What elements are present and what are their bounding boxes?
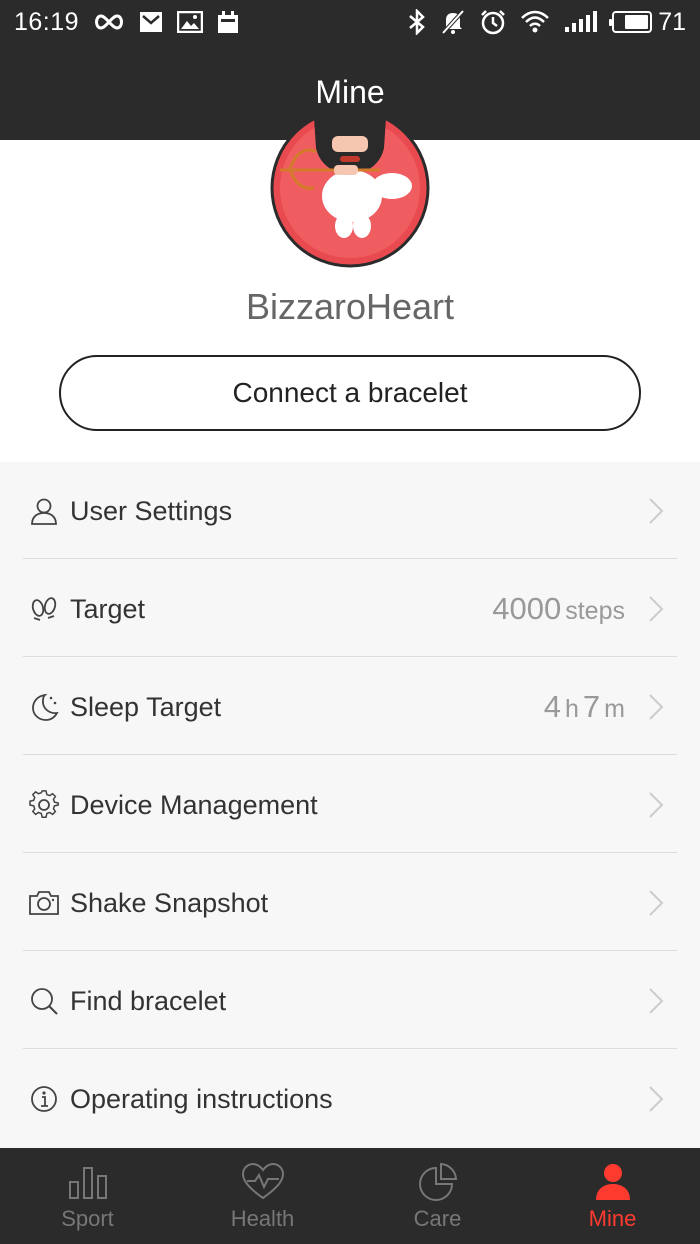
page-title: Mine: [315, 73, 385, 110]
divider: [23, 950, 677, 951]
heart-pulse-icon: [241, 1160, 285, 1204]
tab-sport[interactable]: Sport: [0, 1148, 175, 1244]
chevron-right-icon: [645, 789, 667, 821]
pie-chart-icon: [416, 1160, 460, 1204]
sleep-minutes-number: 7: [582, 689, 601, 724]
profile-section: BizzaroHeart Connect a bracelet: [0, 118, 700, 462]
status-time: 16:19: [14, 7, 80, 36]
menu-item-user-settings[interactable]: User Settings: [23, 462, 677, 560]
bar-chart-icon: [66, 1160, 110, 1204]
menu-item-target[interactable]: Target 4000 steps: [23, 560, 677, 658]
sleep-hours-number: 4: [543, 689, 562, 724]
tab-label: Mine: [588, 1206, 637, 1231]
sleep-hours-unit: h: [565, 695, 579, 723]
footprints-icon: [28, 593, 60, 625]
chevron-right-icon: [645, 495, 667, 527]
target-steps-number: 4000: [492, 591, 562, 626]
search-icon: [28, 985, 60, 1017]
divider: [23, 1048, 677, 1049]
wifi-icon: [520, 10, 550, 34]
tab-label: Health: [230, 1206, 295, 1231]
chevron-right-icon: [645, 1083, 667, 1115]
divider: [23, 558, 677, 559]
tab-label: Sport: [61, 1206, 114, 1231]
menu-item-device-management[interactable]: Device Management: [23, 756, 677, 854]
person-icon: [591, 1160, 635, 1204]
bottom-nav: Sport Health Care Mine: [0, 1148, 700, 1244]
menu-item-label: User Settings: [70, 495, 233, 526]
menu-item-operating-instructions[interactable]: Operating instructions: [23, 1050, 677, 1148]
calendar-icon: [217, 10, 239, 34]
status-bar: 16:19 71: [0, 0, 700, 44]
image-icon: [177, 11, 204, 33]
info-icon: [28, 1083, 60, 1115]
menu-item-label: Sleep Target: [70, 691, 222, 722]
menu-item-label: Target: [70, 593, 146, 624]
chevron-right-icon: [645, 985, 667, 1017]
username: BizzaroHeart: [245, 286, 455, 327]
bluetooth-icon: [408, 9, 426, 35]
divider: [23, 656, 677, 657]
menu-item-label: Device Management: [70, 789, 318, 820]
signal-icon: [564, 11, 598, 33]
divider: [23, 754, 677, 755]
menu-item-find-bracelet[interactable]: Find bracelet: [23, 952, 677, 1050]
battery-level: 71: [658, 7, 686, 36]
chevron-right-icon: [645, 887, 667, 919]
divider: [23, 852, 677, 853]
avatar[interactable]: [270, 118, 430, 268]
sleep-target-value: 4 h 7 m: [544, 689, 625, 725]
tab-label: Care: [413, 1206, 462, 1231]
connect-bracelet-label: Connect a bracelet: [232, 377, 468, 408]
tab-care[interactable]: Care: [350, 1148, 525, 1244]
connect-bracelet-button[interactable]: Connect a bracelet: [59, 355, 641, 431]
battery-icon: 71: [609, 7, 686, 37]
tab-health[interactable]: Health: [175, 1148, 350, 1244]
alarm-icon: [480, 9, 506, 35]
menu-item-label: Operating instructions: [70, 1083, 333, 1114]
camera-icon: [28, 887, 60, 919]
mute-icon: [440, 9, 466, 35]
menu-item-sleep-target[interactable]: Sleep Target 4 h 7 m: [23, 658, 677, 756]
gear-icon: [28, 789, 60, 821]
moon-icon: [28, 691, 60, 723]
settings-menu: User Settings Target 4000 steps Sleep Ta…: [0, 462, 700, 1148]
target-steps-unit: steps: [565, 597, 625, 625]
menu-item-label: Find bracelet: [70, 985, 227, 1016]
mail-icon: [139, 10, 163, 34]
tab-mine[interactable]: Mine: [525, 1148, 700, 1244]
target-value: 4000 steps: [492, 591, 625, 627]
chevron-right-icon: [645, 691, 667, 723]
infinity-icon: [93, 12, 125, 32]
sleep-minutes-unit: m: [604, 695, 625, 723]
chevron-right-icon: [645, 593, 667, 625]
menu-item-label: Shake Snapshot: [70, 887, 269, 918]
menu-item-shake-snapshot[interactable]: Shake Snapshot: [23, 854, 677, 952]
user-icon: [28, 495, 60, 527]
